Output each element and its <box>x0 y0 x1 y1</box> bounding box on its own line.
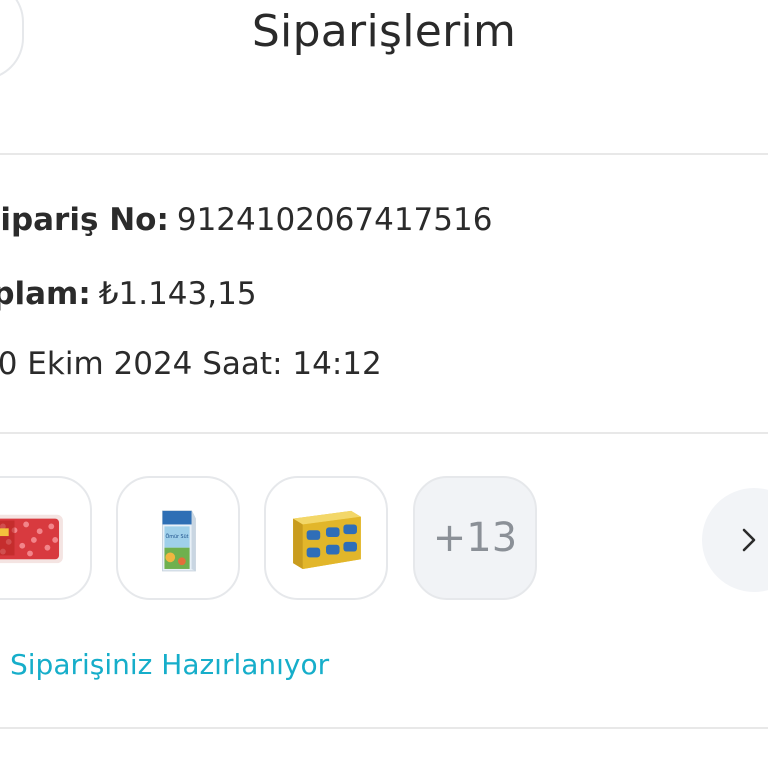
page-title: Siparişlerim <box>251 6 517 57</box>
order-total-row: Toplam:₺1.143,15 <box>0 276 257 312</box>
product-thumb-milk[interactable]: Ömür Süt <box>116 476 240 600</box>
minced-meat-package-image <box>0 514 63 564</box>
more-products-badge[interactable]: +13 <box>413 476 537 600</box>
order-number-value: 9124102067417516 <box>176 202 493 238</box>
butter-box-image <box>293 510 361 569</box>
product-thumb-meat[interactable] <box>0 476 92 600</box>
milk-carton-image: Ömür Süt <box>162 510 196 572</box>
product-thumb-butter[interactable] <box>264 476 388 600</box>
order-date: 20 Ekim 2024 Saat: 14:12 <box>0 346 382 382</box>
order-number-label: Sipariş No: <box>0 202 169 238</box>
header-divider <box>0 153 768 155</box>
order-status: Siparişiniz Hazırlanıyor <box>10 648 330 681</box>
next-products-button[interactable] <box>702 488 768 592</box>
chevron-right-icon <box>742 528 756 552</box>
info-divider <box>0 432 768 434</box>
order-total-label: Toplam: <box>0 276 91 312</box>
order-number-row: Sipariş No:9124102067417516 <box>0 202 492 238</box>
orders-page: Siparişlerim Sipariş No:9124102067417516… <box>0 0 768 768</box>
milk-pack-text: Ömür Süt <box>165 533 188 540</box>
card-bottom-divider <box>0 727 768 729</box>
order-total-value: ₺1.143,15 <box>98 276 257 312</box>
